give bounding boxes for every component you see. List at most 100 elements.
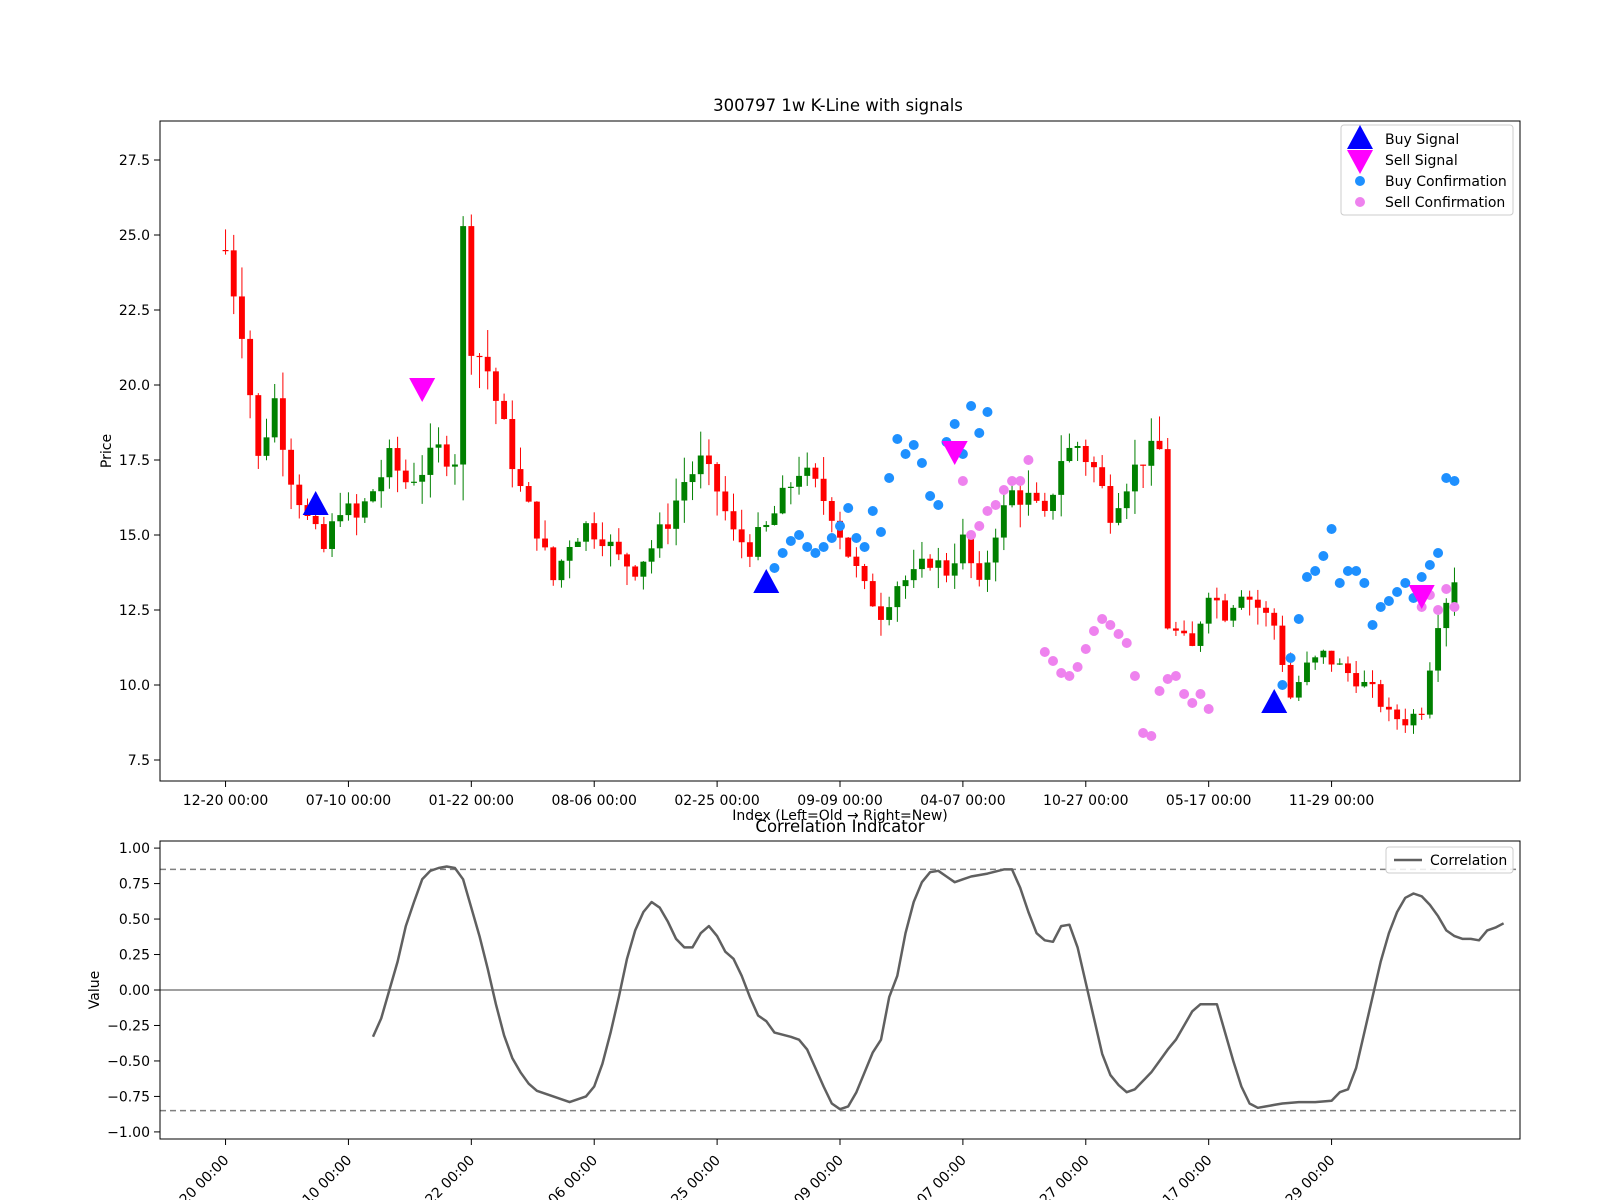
candle [1394,704,1401,730]
correlation-y-axis: −1.00 −0.75 −0.50 −0.25 0.00 0.25 0.50 0.75 1.00 [107,841,160,1141]
candle-body [1074,446,1081,448]
sell-confirmation-point [982,506,993,516]
buy-confirmation-point [1449,476,1460,486]
candle-body [599,539,606,547]
candle-body [615,541,622,555]
buy-signal-marker [302,491,329,515]
candle [984,550,991,592]
candle-body [1050,494,1056,511]
candle-body [656,524,663,549]
kline-x-axis: 12-20 00:00 07-10 00:00 01-22 00:00 08-06 0… [183,781,1374,809]
candle [353,494,360,536]
candle-body [279,398,286,450]
candle [320,516,327,553]
candle-body [927,558,934,568]
candle-body [1353,673,1360,687]
candle [730,493,737,541]
candle-body [1025,492,1032,505]
candle-body [697,455,704,475]
candle [943,552,950,583]
candle [779,475,786,515]
buy-confirmation-point [916,458,927,468]
legend-label: Buy Signal [1385,132,1459,148]
buy-confirmation-point [1400,578,1411,588]
buy-confirmation-point [1301,572,1312,582]
candle [337,492,344,527]
sell-confirmation-point [1449,602,1460,612]
sell-confirmation-point [1195,689,1206,699]
candle [1131,439,1138,514]
buy-confirmation-point [810,548,821,558]
buy-confirmation-point [1326,524,1337,534]
candle [886,596,893,626]
candle-body [337,515,344,522]
correlation-threshold-lines [160,868,1520,1112]
candle-body [1394,709,1401,720]
candle-body [689,474,696,483]
kline-x-tick-label: 02-25 00:00 [674,793,759,809]
kline-y-tick-label: 10.0 [119,678,150,694]
candle-body [648,548,655,562]
sell-confirmation-point [1048,656,1059,666]
candle [1426,662,1433,719]
candle-body [1123,491,1130,509]
candle-body [1058,461,1065,495]
candle [902,575,909,599]
candle [632,565,639,581]
candle [1263,601,1269,627]
kline-y-tick-label: 17.5 [119,453,150,469]
candle-body [878,606,884,620]
candle [583,521,589,551]
candle [435,427,442,463]
candle [402,459,409,489]
candle [771,505,778,526]
candle-body [370,491,376,502]
kline-x-tick-label: 12-20 00:00 [183,793,268,809]
candle-body [755,527,762,557]
buy-confirmation-point [1285,653,1296,663]
candle-body [820,478,827,502]
sell-confirmation-point [1154,686,1165,696]
sell-confirmation-point [998,485,1009,495]
candle [959,518,966,570]
candle [501,393,508,420]
candle [853,547,860,578]
candle [542,520,549,551]
correlation-title: Correlation Indicator [755,817,924,836]
candle [468,214,475,375]
candle [476,353,483,389]
candle-body [705,455,712,465]
candle-body [230,250,237,297]
candle [746,534,753,568]
kline-x-tick-label: 10-27 00:00 [1043,793,1128,809]
candle-body [1246,596,1253,600]
candle [738,509,745,559]
candle [1091,456,1097,483]
candle [763,521,770,532]
kline-x-tick-label: 05-17 00:00 [1166,793,1251,809]
candle [1320,649,1327,664]
kline-y-tick-label: 20.0 [119,378,150,394]
kline-plot-frame [159,120,1521,782]
candle [918,541,925,578]
candle-body [296,484,303,506]
correlation-legend: Correlation [1385,846,1514,874]
candle-body [288,449,295,485]
buy-confirmation-point [859,542,870,552]
candle [238,267,245,359]
correlation-y-tick-label: −0.50 [107,1054,150,1070]
candle-body [1385,706,1392,710]
candle-body [1066,447,1073,462]
candle [1238,590,1245,610]
candle [1328,650,1335,672]
legend-label: Correlation [1430,853,1507,869]
buy-confirmation-point [949,419,960,429]
candle-body [394,448,401,471]
sell-confirmation-point [1433,605,1444,615]
candle [411,462,417,486]
candle-body [1172,628,1179,631]
candle [1222,593,1229,623]
candle-body [1328,650,1335,665]
candle-body [1041,500,1048,511]
candle-body [845,537,852,557]
